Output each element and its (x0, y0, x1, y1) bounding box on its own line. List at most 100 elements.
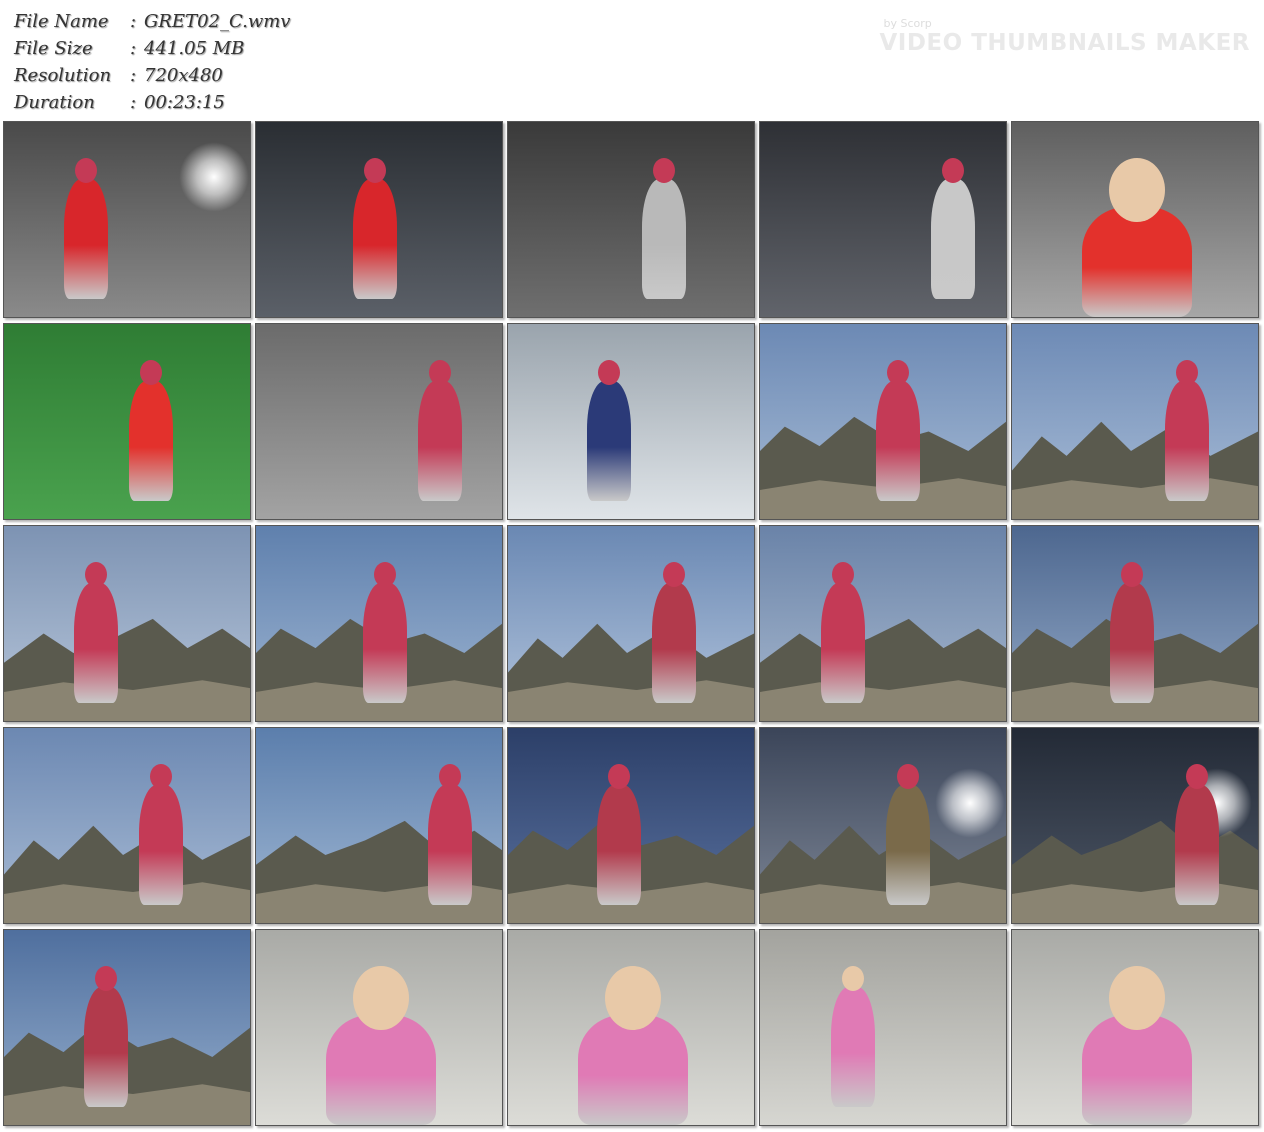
video-thumbnail-13 (507, 525, 755, 722)
figure-head (85, 561, 107, 587)
video-thumbnail-12 (255, 525, 503, 722)
figure (363, 583, 407, 703)
resolution-row: Resolution : 720x480 (14, 62, 290, 89)
figure-head (353, 965, 409, 1030)
figure (642, 179, 686, 299)
figure-head (598, 359, 620, 385)
file-name-row: File Name : GRET02_C.wmv (14, 8, 290, 35)
figure-head (942, 157, 964, 183)
separator: : (129, 11, 137, 32)
rocky-terrain (4, 816, 250, 923)
duration-row: Duration : 00:23:15 (14, 89, 290, 116)
file-name-label: File Name (14, 11, 109, 32)
figure-head (832, 561, 854, 587)
video-thumbnail-17 (255, 727, 503, 924)
video-thumbnail-24 (759, 929, 1007, 1126)
figure (84, 987, 128, 1107)
figure-head (653, 157, 675, 183)
separator: : (129, 92, 137, 113)
file-name-value: GRET02_C.wmv (144, 11, 291, 32)
figure-head (95, 965, 117, 991)
figure-head (842, 965, 864, 991)
video-thumbnail-23 (507, 929, 755, 1126)
figure (876, 381, 920, 501)
figure-head (1109, 157, 1165, 222)
thumbnail-grid (3, 121, 1261, 1126)
video-thumbnail-19 (759, 727, 1007, 924)
figure (418, 381, 462, 501)
figure (831, 987, 875, 1107)
rocky-terrain (1012, 412, 1258, 519)
figure (353, 179, 397, 299)
figure (326, 1015, 436, 1125)
studio-light (179, 142, 249, 212)
studio-light (935, 768, 1005, 838)
figure (886, 785, 930, 905)
figure (129, 381, 173, 501)
figure (1110, 583, 1154, 703)
video-thumbnail-2 (255, 121, 503, 318)
video-thumbnail-20 (1011, 727, 1259, 924)
figure (74, 583, 118, 703)
rocky-terrain (4, 614, 250, 721)
figure (139, 785, 183, 905)
separator: : (129, 65, 137, 86)
video-thumbnail-7 (255, 323, 503, 520)
figure (578, 1015, 688, 1125)
resolution-label: Resolution (14, 65, 112, 86)
video-thumbnail-4 (759, 121, 1007, 318)
figure (1082, 1015, 1192, 1125)
figure-head (1186, 763, 1208, 789)
figure (821, 583, 865, 703)
figure-head (663, 561, 685, 587)
figure-head (608, 763, 630, 789)
video-thumbnail-21 (3, 929, 251, 1126)
video-thumbnail-18 (507, 727, 755, 924)
file-info-panel: File Name : GRET02_C.wmv File Size : 441… (14, 8, 290, 116)
figure (64, 179, 108, 299)
figure (1082, 207, 1192, 317)
watermark-author: by Scorp (883, 17, 932, 30)
figure-head (887, 359, 909, 385)
figure-head (1176, 359, 1198, 385)
video-thumbnail-15 (1011, 525, 1259, 722)
figure-head (150, 763, 172, 789)
video-thumbnail-22 (255, 929, 503, 1126)
file-size-value: 441.05 MB (144, 38, 245, 59)
video-thumbnail-10 (1011, 323, 1259, 520)
rocky-terrain (508, 614, 754, 721)
video-thumbnail-9 (759, 323, 1007, 520)
video-thumbnail-25 (1011, 929, 1259, 1126)
figure-head (1121, 561, 1143, 587)
figure-head (1109, 965, 1165, 1030)
figure (428, 785, 472, 905)
separator: : (129, 38, 137, 59)
video-thumbnail-1 (3, 121, 251, 318)
figure (931, 179, 975, 299)
figure (652, 583, 696, 703)
figure-head (429, 359, 451, 385)
figure-head (439, 763, 461, 789)
video-thumbnail-5 (1011, 121, 1259, 318)
video-thumbnail-11 (3, 525, 251, 722)
figure (587, 381, 631, 501)
watermark-title: VIDEO THUMBNAILS MAKER (879, 30, 1250, 56)
duration-value: 00:23:15 (144, 92, 225, 113)
video-thumbnail-3 (507, 121, 755, 318)
duration-label: Duration (14, 92, 95, 113)
video-thumbnail-6 (3, 323, 251, 520)
figure-head (75, 157, 97, 183)
video-thumbnail-14 (759, 525, 1007, 722)
figure-head (364, 157, 386, 183)
file-size-label: File Size (14, 38, 93, 59)
resolution-value: 720x480 (144, 65, 223, 86)
rocky-terrain (760, 614, 1006, 721)
figure-head (140, 359, 162, 385)
figure (1175, 785, 1219, 905)
figure-head (374, 561, 396, 587)
figure (597, 785, 641, 905)
figure-head (605, 965, 661, 1030)
file-size-row: File Size : 441.05 MB (14, 35, 290, 62)
figure (1165, 381, 1209, 501)
figure-head (897, 763, 919, 789)
